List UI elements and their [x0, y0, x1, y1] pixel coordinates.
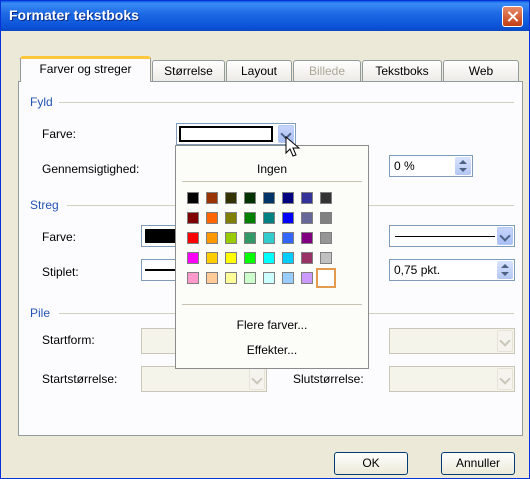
color-swatch[interactable]	[206, 252, 218, 264]
color-swatch[interactable]	[187, 272, 199, 284]
line-style-preview	[395, 236, 495, 237]
line-weight-input[interactable]: 0,75 pkt.	[389, 259, 515, 281]
line-weight-spinner[interactable]	[497, 261, 513, 279]
color-swatch[interactable]	[282, 252, 294, 264]
dash-label: Stiplet:	[42, 265, 79, 279]
begin-size-select	[141, 366, 267, 392]
tab-web[interactable]: Web	[443, 60, 519, 81]
fill-color-picker[interactable]	[176, 123, 296, 145]
color-swatch[interactable]	[206, 212, 218, 224]
title-bar[interactable]: Formater tekstboks	[1, 1, 529, 31]
mouse-pointer-icon	[285, 136, 301, 157]
popup-divider	[182, 181, 362, 182]
fill-group-label: Fyld	[30, 95, 53, 109]
line-group-label: Streg	[30, 198, 59, 212]
chevron-down-icon	[499, 230, 511, 242]
tab-text-box[interactable]: Tekstboks	[362, 60, 442, 81]
color-swatch[interactable]	[206, 272, 218, 284]
end-size-select	[389, 366, 515, 392]
cancel-button[interactable]: Annuller	[441, 452, 515, 475]
line-weight-value: 0,75 pkt.	[394, 263, 441, 277]
line-style-dropdown-button[interactable]	[497, 227, 513, 245]
color-swatch[interactable]	[187, 252, 199, 264]
tab-size[interactable]: Størrelse	[152, 60, 225, 81]
color-swatch[interactable]	[244, 212, 256, 224]
color-swatch[interactable]	[282, 232, 294, 244]
popup-divider	[182, 304, 362, 305]
tab-picture: Billede	[293, 60, 361, 81]
color-swatch[interactable]	[244, 272, 256, 284]
dialog-window: Formater tekstboks Farver og streger Stø…	[0, 0, 530, 479]
color-swatch[interactable]	[282, 192, 294, 204]
color-swatch[interactable]	[225, 212, 237, 224]
begin-size-dropdown-button	[249, 368, 265, 390]
color-swatch[interactable]	[263, 272, 275, 284]
more-colors-option[interactable]: Flere farver...	[176, 318, 368, 332]
tab-layout[interactable]: Layout	[226, 60, 292, 81]
color-swatch[interactable]	[320, 232, 332, 244]
color-swatch[interactable]	[244, 192, 256, 204]
effects-option[interactable]: Effekter...	[176, 343, 368, 357]
transparency-label: Gennemsigtighed:	[42, 162, 140, 176]
chevron-down-icon	[499, 373, 511, 385]
begin-size-label: Startstørrelse:	[42, 372, 118, 386]
color-swatch[interactable]	[301, 232, 313, 244]
color-swatch[interactable]	[263, 212, 275, 224]
chevron-down-icon	[251, 373, 263, 385]
fill-color-label: Farve:	[42, 127, 77, 141]
color-swatch[interactable]	[187, 232, 199, 244]
color-swatch[interactable]	[225, 272, 237, 284]
color-swatch[interactable]	[263, 252, 275, 264]
end-size-label: Slutstørrelse:	[293, 372, 364, 386]
fill-divider	[59, 102, 514, 103]
color-swatch-selected[interactable]	[316, 268, 336, 288]
close-icon[interactable]	[502, 6, 523, 27]
line-style-select[interactable]	[389, 225, 515, 247]
transparency-value: 0 %	[394, 159, 415, 173]
line-color-label: Farve:	[42, 230, 77, 244]
color-swatch[interactable]	[225, 252, 237, 264]
ok-button[interactable]: OK	[334, 452, 408, 475]
transparency-input[interactable]: 0 %	[389, 155, 473, 177]
color-swatch[interactable]	[282, 212, 294, 224]
color-swatch[interactable]	[187, 192, 199, 204]
transparency-spinner[interactable]	[455, 157, 471, 175]
color-swatch[interactable]	[301, 192, 313, 204]
window-title: Formater tekstboks	[9, 7, 139, 23]
end-style-dropdown-button	[497, 330, 513, 352]
color-swatch[interactable]	[263, 232, 275, 244]
color-swatch[interactable]	[206, 232, 218, 244]
color-swatch[interactable]	[187, 212, 199, 224]
color-swatch[interactable]	[320, 212, 332, 224]
color-palette-popup: Ingen Flere farver... Effekter...	[175, 145, 369, 369]
end-style-select	[389, 328, 515, 354]
tab-colors-and-lines[interactable]: Farver og streger	[20, 56, 151, 82]
end-size-dropdown-button	[497, 368, 513, 390]
fill-color-preview	[179, 126, 273, 142]
color-swatch[interactable]	[244, 252, 256, 264]
begin-style-label: Startform:	[42, 333, 95, 347]
color-swatch[interactable]	[225, 232, 237, 244]
color-swatch[interactable]	[244, 232, 256, 244]
color-swatch[interactable]	[263, 192, 275, 204]
color-swatch[interactable]	[320, 252, 332, 264]
color-swatch[interactable]	[225, 192, 237, 204]
color-swatch[interactable]	[282, 272, 294, 284]
color-swatch[interactable]	[301, 212, 313, 224]
arrows-group-label: Pile	[30, 306, 51, 320]
no-color-option[interactable]: Ingen	[176, 162, 368, 176]
chevron-down-icon	[499, 335, 511, 347]
color-swatch[interactable]	[320, 192, 332, 204]
color-swatch[interactable]	[301, 252, 313, 264]
color-swatch[interactable]	[206, 192, 218, 204]
color-swatch[interactable]	[301, 272, 313, 284]
